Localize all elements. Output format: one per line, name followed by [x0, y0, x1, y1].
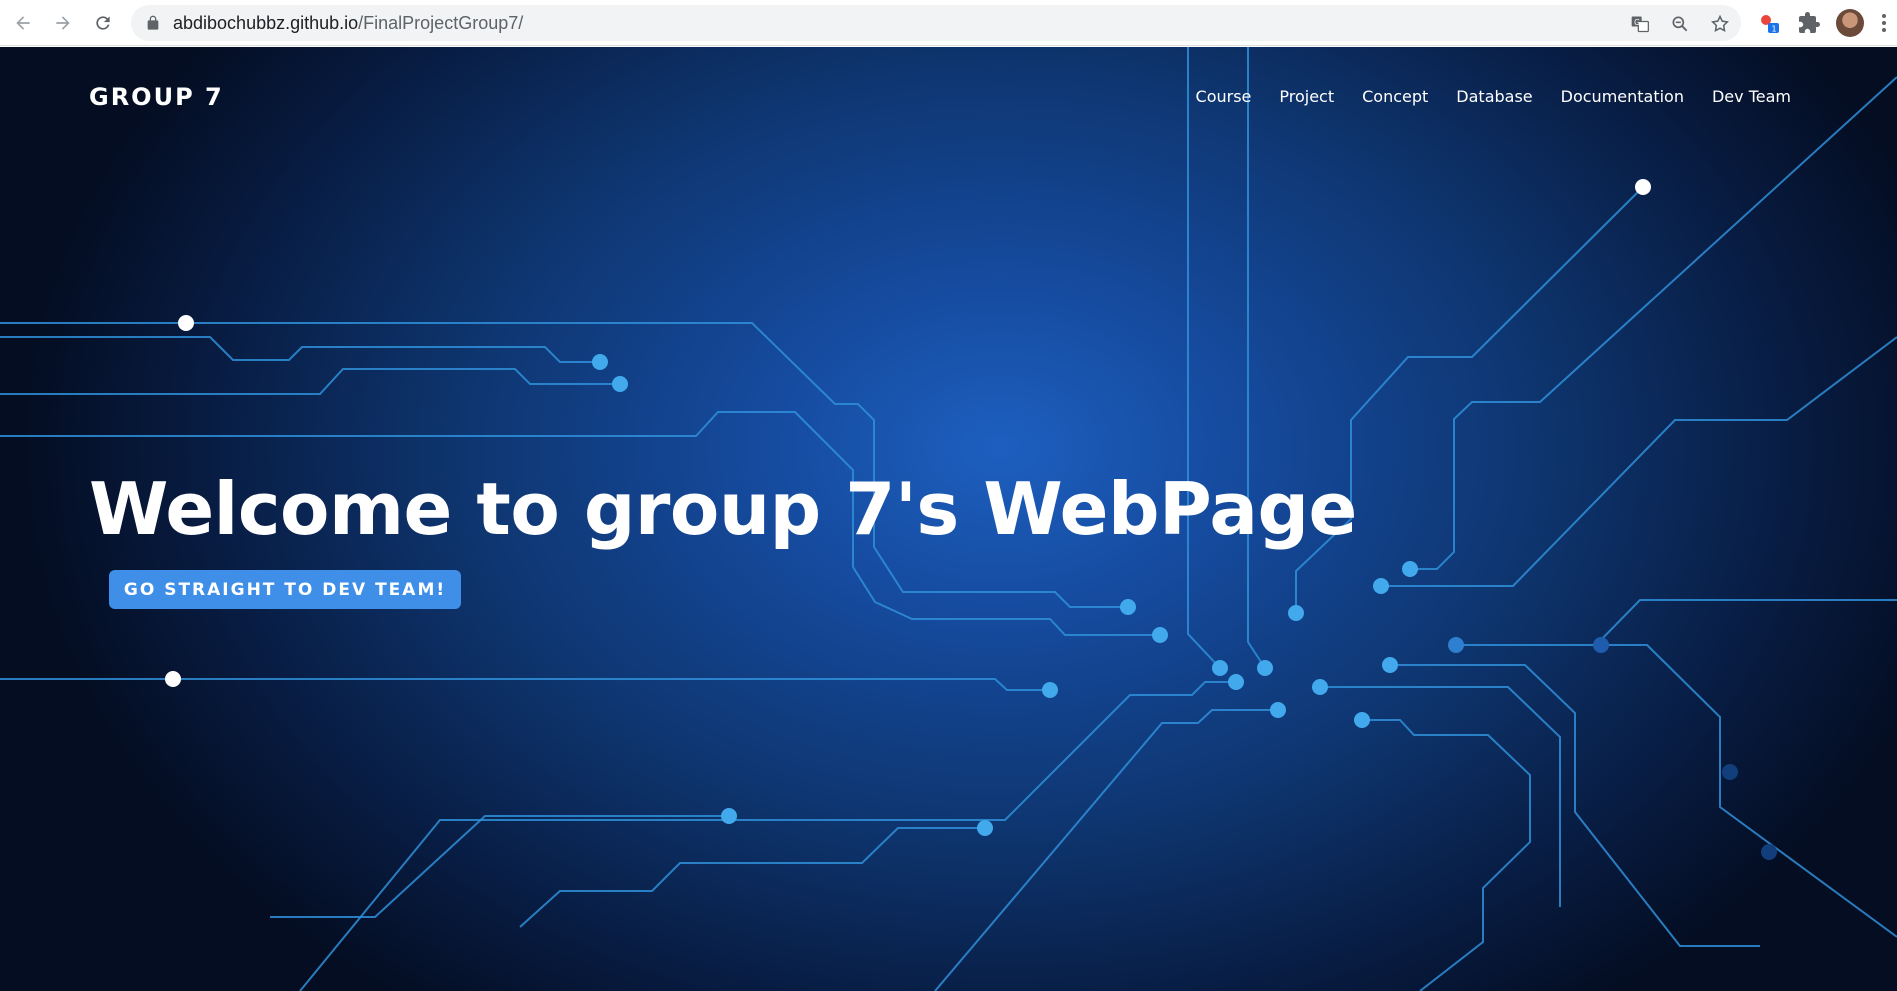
nav-link-documentation[interactable]: Documentation: [1561, 87, 1684, 106]
nav-link-dev-team[interactable]: Dev Team: [1712, 87, 1791, 106]
lock-icon: [147, 15, 159, 30]
extension-badge-icon: 1: [1761, 15, 1779, 34]
url-text: abdibochubbz.github.io/FinalProjectGroup…: [173, 13, 523, 34]
arrow-right-icon: [56, 16, 70, 30]
url-host: abdibochubbz.github.io: [173, 13, 359, 33]
hero-section: GROUP 7 Course Project Concept Database …: [0, 47, 1897, 991]
zoom-icon: [1672, 16, 1688, 32]
extension-badge-button[interactable]: 1: [1757, 11, 1781, 35]
url-path: /FinalProjectGroup7/: [358, 13, 524, 33]
back-button[interactable]: [10, 10, 36, 36]
avatar[interactable]: [1836, 9, 1864, 37]
star-icon: [1711, 14, 1729, 32]
reload-icon: [96, 16, 110, 30]
site-brand[interactable]: GROUP 7: [89, 83, 224, 111]
extensions-button[interactable]: [1797, 11, 1821, 35]
site-nav: Course Project Concept Database Document…: [1196, 87, 1791, 106]
forward-button[interactable]: [50, 10, 76, 36]
browser-toolbar: abdibochubbz.github.io/FinalProjectGroup…: [0, 0, 1897, 46]
zoom-button[interactable]: [1670, 14, 1690, 34]
more-vertical-icon[interactable]: [1880, 12, 1888, 34]
nav-link-course[interactable]: Course: [1196, 87, 1252, 106]
bookmark-button[interactable]: [1710, 14, 1730, 34]
nav-link-project[interactable]: Project: [1279, 87, 1334, 106]
reload-button[interactable]: [90, 10, 116, 36]
extension-badge-count: 1: [1772, 25, 1777, 34]
address-bar[interactable]: abdibochubbz.github.io/FinalProjectGroup…: [131, 5, 1741, 41]
nav-link-concept[interactable]: Concept: [1362, 87, 1428, 106]
translate-icon: G: [1631, 16, 1649, 33]
dev-team-button[interactable]: GO STRAIGHT TO DEV TEAM!: [109, 570, 461, 609]
puzzle-icon: [1799, 12, 1820, 33]
svg-text:G: G: [1634, 18, 1640, 27]
nav-link-database[interactable]: Database: [1456, 87, 1532, 106]
arrow-left-icon: [16, 16, 30, 30]
page-headline: Welcome to group 7's WebPage: [89, 467, 1357, 551]
translate-button[interactable]: G: [1630, 14, 1650, 34]
